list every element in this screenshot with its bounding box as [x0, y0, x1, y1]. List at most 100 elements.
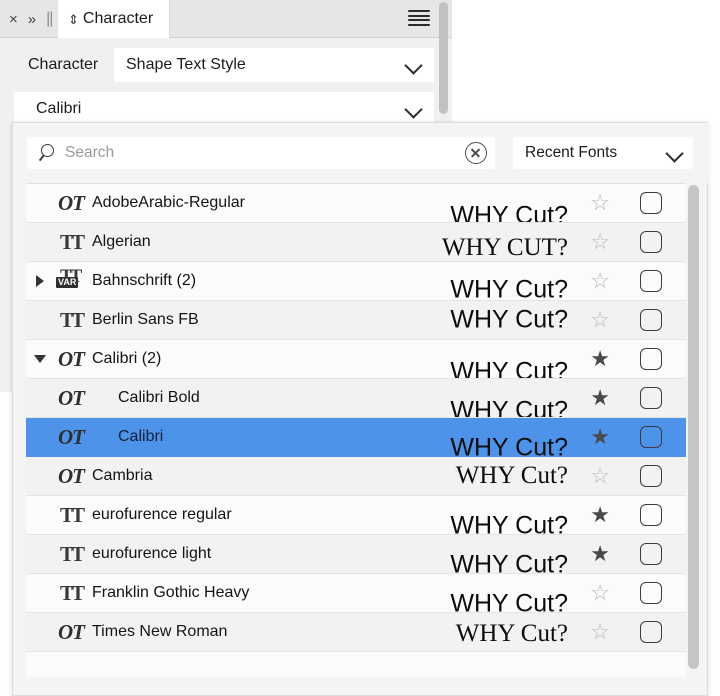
- font-list-item[interactable]: TTBerlin Sans FB WHY Cut? ☆: [26, 301, 686, 340]
- font-select-checkbox[interactable]: [640, 270, 662, 292]
- opentype-icon: OT: [54, 418, 88, 456]
- font-list-item[interactable]: OTCalibri (2)WHY Cut?★: [26, 340, 686, 379]
- font-name-label: AdobeArabic-Regular: [88, 194, 245, 212]
- search-icon: [39, 143, 59, 163]
- truetype-icon: TT: [54, 223, 88, 261]
- chevron-down-icon: [665, 143, 685, 163]
- favorite-star-filled-icon[interactable]: ★: [590, 387, 610, 409]
- font-family-value: Calibri: [36, 100, 81, 118]
- font-select-checkbox[interactable]: [640, 504, 662, 526]
- font-select-checkbox[interactable]: [640, 543, 662, 565]
- font-list-item[interactable]: TTFranklin Gothic HeavyWHY Cut?☆: [26, 574, 686, 613]
- hamburger-menu-icon[interactable]: [408, 9, 430, 27]
- hamburger-line: [408, 10, 430, 12]
- font-preview-text: WHY Cut?: [456, 620, 568, 648]
- font-select-checkbox[interactable]: [640, 192, 662, 214]
- font-preview-text: WHY Cut?: [456, 462, 568, 490]
- expand-chevrons-icon[interactable]: »: [26, 10, 38, 29]
- font-list[interactable]: OTAdobeArabic-RegularWHY Cut?☆TTAlgerian…: [26, 183, 686, 677]
- opentype-icon: OT: [54, 379, 88, 417]
- chevron-down-icon: [404, 99, 424, 119]
- hamburger-line: [408, 15, 430, 17]
- font-name-label: Algerian: [88, 233, 151, 251]
- truetype-icon: TT: [54, 535, 88, 573]
- font-preview-text: WHY Cut?: [450, 202, 568, 224]
- font-list-item[interactable]: TTeurofurence light WHY Cut? ★: [26, 535, 686, 574]
- font-preview-text: WHY CUT?: [442, 234, 568, 262]
- sort-updown-icon: ⇕: [68, 13, 79, 26]
- opentype-icon: OT: [54, 613, 88, 651]
- truetype-icon: TT: [54, 301, 88, 339]
- text-style-dropdown[interactable]: Shape Text Style: [114, 48, 434, 82]
- opentype-icon: OT: [54, 184, 88, 222]
- app-root: × » || ⇕ Character Character Shape Text …: [0, 0, 720, 696]
- favorite-star-outline-icon[interactable]: ☆: [590, 270, 610, 292]
- font-list-item[interactable]: OT Calibri Bold WHY Cut? ★: [26, 379, 686, 418]
- font-picker-popup: Recent Fonts OTAdobeArabic-RegularWHY Cu…: [12, 122, 708, 696]
- font-list-item[interactable]: TTAlgerian WHY CUT? ☆: [26, 223, 686, 262]
- hamburger-line: [408, 19, 430, 21]
- font-name-label: Calibri Bold: [114, 389, 200, 407]
- font-list-item[interactable]: OTTimes New Roman WHY Cut? ☆: [26, 613, 686, 652]
- font-filter-value: Recent Fonts: [525, 144, 617, 162]
- clear-search-icon[interactable]: [465, 142, 487, 164]
- font-select-checkbox[interactable]: [640, 582, 662, 604]
- font-select-checkbox[interactable]: [640, 426, 662, 448]
- font-preview-text: WHY Cut?: [450, 512, 568, 536]
- close-icon[interactable]: ×: [6, 10, 21, 29]
- font-name-label: eurofurence regular: [88, 506, 232, 524]
- panel-tab-controls: × » ||: [6, 0, 55, 38]
- font-list-item[interactable]: TTVARBahnschrift (2)WHY Cut?☆: [26, 262, 686, 301]
- font-name-label: Berlin Sans FB: [88, 311, 199, 329]
- truetype-icon: TT: [54, 574, 88, 612]
- favorite-star-outline-icon[interactable]: ☆: [590, 309, 610, 331]
- font-select-checkbox[interactable]: [640, 465, 662, 487]
- font-preview-text: WHY Cut?: [450, 306, 568, 335]
- character-label: Character: [0, 56, 110, 74]
- font-picker-toolbar: Recent Fonts: [13, 123, 709, 183]
- font-preview-text: WHY Cut?: [450, 551, 568, 575]
- font-select-checkbox[interactable]: [640, 621, 662, 643]
- favorite-star-outline-icon[interactable]: ☆: [590, 231, 610, 253]
- font-select-checkbox[interactable]: [640, 387, 662, 409]
- collapse-arrow-icon[interactable]: [26, 355, 54, 363]
- favorite-star-filled-icon[interactable]: ★: [590, 543, 610, 565]
- grip-handle-icon[interactable]: ||: [43, 9, 55, 29]
- font-list-item[interactable]: OTCambria WHY Cut? ☆: [26, 457, 686, 496]
- font-name-label: Calibri: [114, 428, 163, 446]
- font-list-item[interactable]: OTAdobeArabic-Regular WHY Cut? ☆: [26, 184, 686, 223]
- font-list-item[interactable]: TTeurofurence regular WHY Cut? ★: [26, 496, 686, 535]
- font-name-label: Franklin Gothic Heavy: [88, 584, 249, 602]
- favorite-star-filled-icon[interactable]: ★: [590, 426, 610, 448]
- text-style-value: Shape Text Style: [126, 56, 246, 74]
- expand-arrow-icon[interactable]: [26, 275, 54, 287]
- font-list-item[interactable]: OT Calibri WHY Cut? ★: [26, 418, 686, 457]
- chevron-down-icon: [404, 55, 424, 75]
- font-list-scrollbar[interactable]: [688, 185, 699, 669]
- font-preview-text: WHY Cut?: [450, 397, 568, 419]
- opentype-icon: OT: [54, 457, 88, 495]
- favorite-star-outline-icon[interactable]: ☆: [590, 621, 610, 643]
- truetype-icon: TT: [54, 496, 88, 534]
- font-select-checkbox[interactable]: [640, 309, 662, 331]
- font-name-label: Bahnschrift (2): [88, 272, 196, 290]
- font-name-label: eurofurence light: [88, 545, 211, 563]
- favorite-star-outline-icon[interactable]: ☆: [590, 192, 610, 214]
- font-preview-text: WHY Cut?: [450, 434, 568, 458]
- font-select-checkbox[interactable]: [640, 348, 662, 370]
- font-name-label: Calibri (2): [88, 350, 161, 368]
- font-family-dropdown[interactable]: Calibri: [14, 92, 434, 126]
- tab-character[interactable]: ⇕ Character: [58, 0, 170, 38]
- favorite-star-outline-icon[interactable]: ☆: [590, 465, 610, 487]
- font-filter-dropdown[interactable]: Recent Fonts: [513, 137, 693, 169]
- font-name-label: Times New Roman: [88, 623, 227, 641]
- font-name-label: Cambria: [88, 467, 152, 485]
- favorite-star-filled-icon[interactable]: ★: [590, 504, 610, 526]
- font-select-checkbox[interactable]: [640, 231, 662, 253]
- favorite-star-filled-icon[interactable]: ★: [590, 348, 610, 370]
- search-input[interactable]: [65, 144, 465, 162]
- search-box[interactable]: [27, 137, 495, 169]
- favorite-star-outline-icon[interactable]: ☆: [590, 582, 610, 604]
- opentype-icon: OT: [54, 340, 88, 378]
- variable-font-icon: TTVAR: [54, 262, 88, 300]
